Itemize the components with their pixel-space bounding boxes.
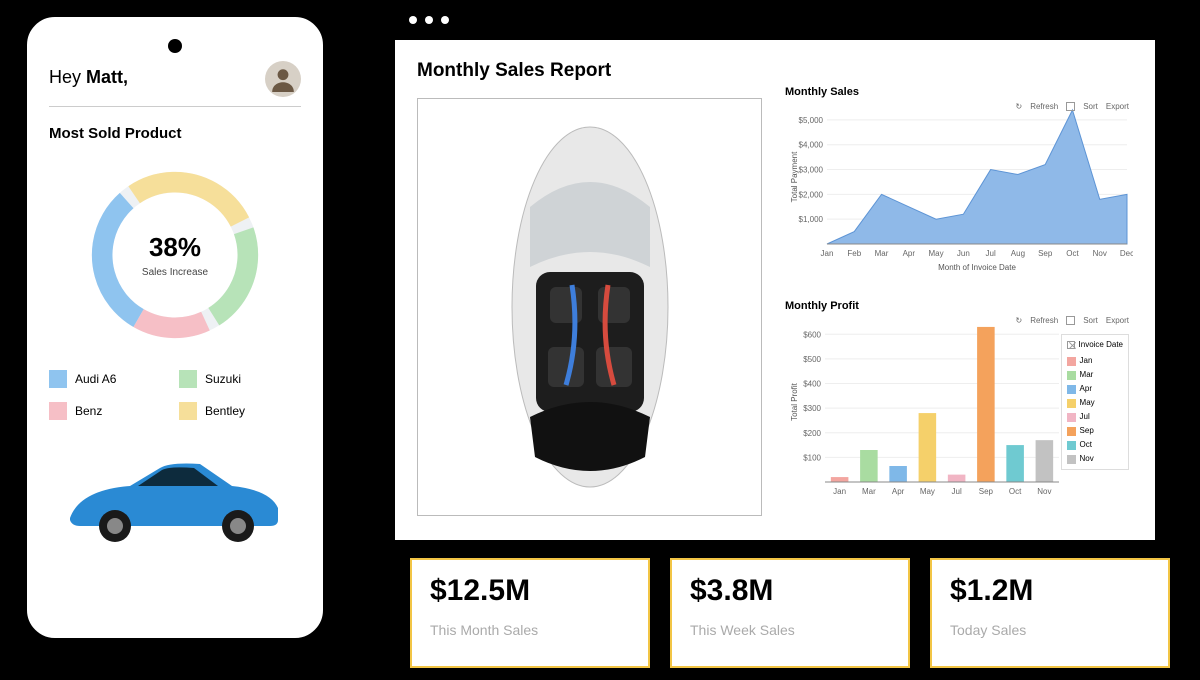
mobile-mockup: Hey Matt, Most Sold Product 38% Sales In… (25, 15, 325, 640)
bar-chart-svg: $100 $200 $300 $400 $500 $600 Jan Mar Apr May Jul S… (785, 316, 1063, 506)
car-top-icon (490, 117, 690, 497)
chart-toolbar: ↻ Refresh Sort Export (1015, 316, 1129, 325)
kpi-today-sales: $1.2M Today Sales (930, 558, 1170, 668)
refresh-button[interactable]: Refresh (1030, 102, 1058, 111)
svg-text:Nov: Nov (1037, 487, 1051, 496)
kpi-value: $1.2M (950, 574, 1150, 608)
grid-icon[interactable] (1066, 316, 1075, 325)
svg-text:Total Profit: Total Profit (790, 382, 799, 421)
chart-title: Monthly Profit (785, 300, 1133, 312)
legend-item-audi: Audi A6 (49, 370, 171, 388)
svg-text:Oct: Oct (1066, 249, 1079, 258)
kpi-row: $12.5M This Month Sales $3.8M This Week … (410, 558, 1170, 668)
chart-legend: Invoice DateJanMarAprMayJulSepOctNov (1061, 334, 1129, 470)
refresh-button[interactable]: Refresh (1030, 316, 1058, 325)
svg-text:Aug: Aug (1011, 249, 1025, 258)
svg-text:Nov: Nov (1093, 249, 1107, 258)
legend-swatch (179, 402, 197, 420)
legend-swatch (49, 370, 67, 388)
svg-text:Feb: Feb (847, 249, 861, 258)
kpi-label: Today Sales (950, 622, 1150, 638)
svg-text:Jan: Jan (821, 249, 834, 258)
svg-text:Sep: Sep (979, 487, 994, 496)
phone-notch (168, 39, 182, 53)
svg-text:$200: $200 (803, 429, 821, 438)
svg-text:May: May (929, 249, 944, 258)
greeting-prefix: Hey (49, 67, 86, 87)
svg-text:Oct: Oct (1009, 487, 1022, 496)
grid-icon[interactable] (1066, 102, 1075, 111)
svg-text:$4,000: $4,000 (799, 141, 824, 150)
legend-label: Suzuki (205, 372, 241, 386)
page-title: Monthly Sales Report (417, 60, 1133, 82)
window-titlebar (395, 0, 1155, 40)
user-icon (270, 66, 296, 92)
greeting-name: Matt, (86, 67, 128, 87)
svg-text:Jul: Jul (952, 487, 962, 496)
legend: Audi A6 Suzuki Benz Bentley (49, 370, 301, 420)
section-title: Most Sold Product (49, 125, 301, 142)
legend-item-suzuki: Suzuki (179, 370, 301, 388)
greeting: Hey Matt, (49, 67, 301, 88)
area-chart-svg: $1,000 $2,000 $3,000 $4,000 $5,000 Jan Feb Mar A… (785, 102, 1133, 272)
product-image (49, 450, 301, 545)
svg-text:$100: $100 (803, 453, 821, 462)
divider (49, 106, 301, 107)
svg-text:Mar: Mar (862, 487, 876, 496)
svg-text:$600: $600 (803, 330, 821, 339)
donut-value: 38% (149, 232, 201, 263)
traffic-light-icon (441, 16, 449, 24)
kpi-label: This Week Sales (690, 622, 890, 638)
avatar[interactable] (265, 61, 301, 97)
car-side-icon (60, 450, 290, 545)
svg-text:$5,000: $5,000 (799, 116, 824, 125)
svg-text:Dec: Dec (1120, 249, 1133, 258)
svg-text:Jan: Jan (833, 487, 846, 496)
svg-text:$300: $300 (803, 404, 821, 413)
chart-title: Monthly Sales (785, 86, 1133, 98)
legend-label: Benz (75, 404, 102, 418)
svg-text:Apr: Apr (892, 487, 905, 496)
chart-toolbar: ↻ Refresh Sort Export (1015, 102, 1129, 111)
donut-chart: 38% Sales Increase (80, 160, 270, 350)
legend-swatch (49, 402, 67, 420)
export-button[interactable]: Export (1106, 102, 1129, 111)
svg-text:Jun: Jun (957, 249, 970, 258)
refresh-icon[interactable]: ↻ (1015, 316, 1022, 325)
donut-label: Sales Increase (142, 267, 208, 278)
refresh-icon[interactable]: ↻ (1015, 102, 1022, 111)
export-button[interactable]: Export (1106, 316, 1129, 325)
monthly-profit-chart: Monthly Profit ↻ Refresh Sort Export Inv… (785, 300, 1133, 518)
svg-text:Jul: Jul (986, 249, 996, 258)
svg-text:Month of Invoice Date: Month of Invoice Date (938, 263, 1016, 272)
kpi-value: $3.8M (690, 574, 890, 608)
monthly-sales-chart: Monthly Sales ↻ Refresh Sort Export $1,0… (785, 86, 1133, 281)
traffic-light-icon (409, 16, 417, 24)
kpi-value: $12.5M (430, 574, 630, 608)
report-window: Monthly Sales Report Monthly Sales ↻ Ref… (395, 0, 1155, 540)
svg-text:Total Payment: Total Payment (790, 151, 799, 202)
sort-button[interactable]: Sort (1083, 316, 1098, 325)
legend-label: Audi A6 (75, 372, 116, 386)
kpi-week-sales: $3.8M This Week Sales (670, 558, 910, 668)
svg-text:Mar: Mar (875, 249, 889, 258)
sort-button[interactable]: Sort (1083, 102, 1098, 111)
svg-text:Apr: Apr (903, 249, 916, 258)
legend-swatch (179, 370, 197, 388)
svg-text:$500: $500 (803, 355, 821, 364)
svg-text:Sep: Sep (1038, 249, 1053, 258)
svg-text:$1,000: $1,000 (799, 215, 824, 224)
svg-text:May: May (920, 487, 935, 496)
svg-text:$3,000: $3,000 (799, 166, 824, 175)
kpi-label: This Month Sales (430, 622, 630, 638)
legend-label: Bentley (205, 404, 245, 418)
product-hero (417, 98, 762, 516)
kpi-month-sales: $12.5M This Month Sales (410, 558, 650, 668)
svg-text:$2,000: $2,000 (799, 190, 824, 199)
traffic-light-icon (425, 16, 433, 24)
svg-text:$400: $400 (803, 380, 821, 389)
legend-item-benz: Benz (49, 402, 171, 420)
legend-item-bentley: Bentley (179, 402, 301, 420)
